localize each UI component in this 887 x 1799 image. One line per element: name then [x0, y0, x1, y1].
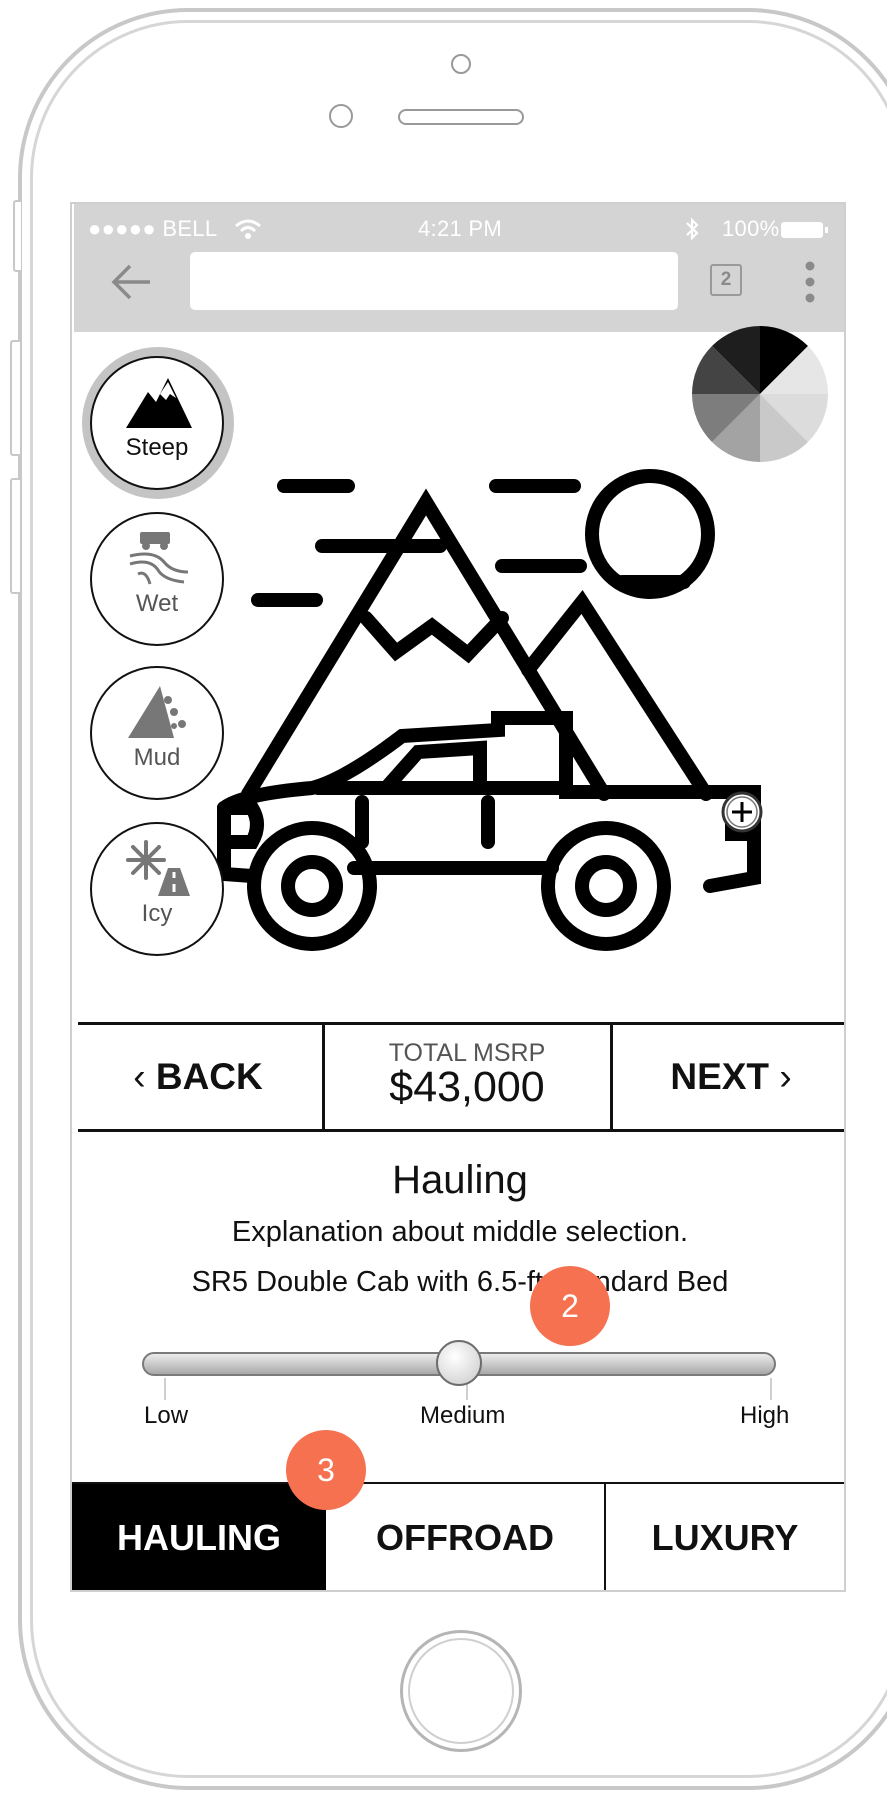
- proximity-sensor: [329, 104, 353, 128]
- earpiece-speaker: [398, 109, 524, 125]
- slider-thumb[interactable]: [436, 1340, 482, 1386]
- rockslide-icon: [128, 686, 186, 738]
- snowflake-road-icon: [126, 840, 190, 896]
- color-wheel-icon[interactable]: [688, 322, 832, 466]
- volume-up-button: [10, 340, 20, 456]
- more-menu-icon[interactable]: [804, 260, 816, 304]
- next-label: NEXT: [670, 1056, 770, 1097]
- phone-screen: ●●●●● BELL 4:21 PM 100% 2 Steep Wet Mud …: [70, 202, 846, 1592]
- chevron-right-icon: ›: [779, 1056, 792, 1097]
- tab-switcher-button[interactable]: 2: [710, 264, 742, 296]
- annotation-callout: 2: [530, 1266, 610, 1346]
- slider-label-high: High: [740, 1402, 790, 1429]
- mountain-icon: [126, 378, 192, 428]
- terrain-label: Steep: [125, 434, 189, 461]
- back-button[interactable]: ‹ BACK: [78, 1025, 318, 1129]
- terrain-label: Icy: [141, 900, 173, 927]
- back-label: BACK: [155, 1056, 263, 1097]
- package-title: Hauling: [392, 1158, 528, 1202]
- bluetooth-icon: [686, 217, 699, 241]
- terrain-mud-button[interactable]: Mud: [90, 666, 224, 800]
- back-arrow-icon[interactable]: [110, 262, 154, 302]
- address-bar[interactable]: [190, 252, 678, 310]
- chevron-left-icon: ‹: [133, 1056, 146, 1097]
- terrain-icy-button[interactable]: Icy: [90, 822, 224, 956]
- package-description: Explanation about middle selection.: [231, 1216, 689, 1248]
- slider-label-low: Low: [144, 1402, 189, 1429]
- battery-percent: 100%: [722, 216, 780, 241]
- slider-tick: [770, 1378, 772, 1400]
- terrain-steep-button[interactable]: Steep: [90, 356, 224, 490]
- mute-switch: [13, 200, 21, 272]
- wifi-icon: [235, 219, 261, 239]
- volume-down-button: [10, 478, 20, 594]
- tab-hauling[interactable]: HAULING: [72, 1484, 326, 1590]
- truck-winding-road-icon: [129, 532, 189, 585]
- status-time: 4:21 PM: [418, 216, 503, 241]
- divider: [610, 1025, 613, 1129]
- terrain-label: Wet: [135, 590, 179, 617]
- home-button-ring: [408, 1638, 514, 1744]
- terrain-label: Mud: [133, 744, 181, 771]
- next-button[interactable]: NEXT ›: [614, 1025, 844, 1129]
- browser-chrome: ●●●●● BELL 4:21 PM 100% 2: [74, 204, 844, 332]
- tab-luxury[interactable]: LUXURY: [606, 1484, 844, 1590]
- tab-offroad[interactable]: OFFROAD: [326, 1484, 604, 1590]
- carrier-label: ●●●●● BELL: [88, 216, 218, 241]
- annotation-callout: 3: [286, 1430, 366, 1510]
- package-spec: SR5 Double Cab with 6.5-ft Standard Bed: [191, 1266, 729, 1298]
- add-hotspot-icon[interactable]: [720, 790, 764, 834]
- battery-icon: [781, 222, 828, 238]
- pricing-bar: ‹ BACK TOTAL MSRP $43,000 NEXT ›: [78, 1022, 844, 1132]
- front-camera: [451, 54, 471, 74]
- package-tab-bar: HAULING OFFROAD LUXURY: [72, 1482, 844, 1590]
- total-msrp-value: $43,000: [389, 1063, 545, 1111]
- slider-tick: [164, 1378, 166, 1400]
- slider-label-medium: Medium: [420, 1402, 506, 1429]
- terrain-wet-button[interactable]: Wet: [90, 512, 224, 646]
